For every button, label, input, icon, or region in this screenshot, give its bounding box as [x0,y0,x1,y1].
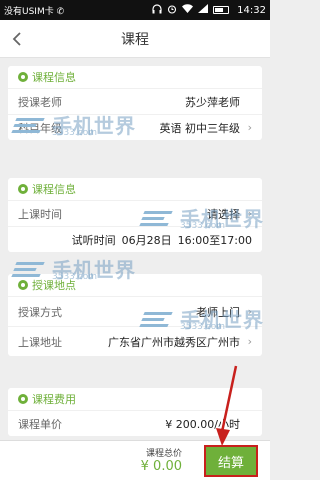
address-row[interactable]: 上课地址 广东省广州市越秀区广州市 › [8,326,262,356]
unit-price-value: ¥ 200.00/小时 [165,417,240,431]
subject-row[interactable]: 科目年级 英语 初中三年级 › [8,114,262,140]
teacher-label: 授课老师 [18,95,62,109]
teacher-row: 授课老师 苏少萍老师 › [8,88,262,114]
alarm-icon [167,4,177,17]
section-dot-icon [18,184,28,194]
trial-date: 06月28日 [121,233,172,247]
location-card: 授课地点 授课方式 老师上门 › 上课地址 广东省广州市越秀区广州市 › [8,274,262,356]
chevron-right-icon: › [247,207,252,220]
carrier-text: 没有USIM卡 ✆ [4,6,65,17]
nav-bar: 课程 [0,20,270,58]
battery-icon [213,6,230,14]
lesson-time-row[interactable]: 上课时间 请选择 › [8,200,262,226]
total-price-label: 课程总价 [145,449,182,459]
checkout-button[interactable]: 结算 [204,445,258,477]
section-dot-icon [18,280,28,290]
section-dot-icon [18,72,28,82]
status-bar: 没有USIM卡 ✆ 14:32 [0,0,270,20]
chevron-right-icon: › [247,305,252,318]
teacher-value: 苏少萍老师 [185,95,240,109]
trial-time: 16:00至17:00 [177,233,252,247]
address-value: 广东省广州市越秀区广州市 [108,335,240,349]
lesson-time-label: 上课时间 [18,207,62,221]
chevron-left-icon[interactable] [6,28,28,50]
location-heading-text: 授课地点 [32,279,76,292]
teaching-method-value: 老师上门 [196,305,240,319]
fees-heading: 课程费用 [8,388,262,410]
lesson-info-heading-text: 课程信息 [32,183,76,196]
teaching-method-row[interactable]: 授课方式 老师上门 › [8,296,262,326]
lesson-time-card: 课程信息 上课时间 请选择 › 试听时间 06月28日 16:00至17:00 [8,178,262,252]
total-price-value: ¥ 0.00 [140,459,182,474]
checkout-bar: 课程总价 ¥ 0.00 结算 [0,440,270,480]
unit-price-label: 课程单价 [18,417,62,431]
fees-heading-text: 课程费用 [32,393,76,406]
lesson-time-value: 请选择 [207,207,240,221]
location-heading: 授课地点 [8,274,262,296]
lesson-info-heading: 课程信息 [8,178,262,200]
wifi-icon [182,4,194,16]
teaching-method-label: 授课方式 [18,305,62,319]
course-info-heading: 课程信息 [8,66,262,88]
status-icons: 14:32 [152,3,266,17]
address-label: 上课地址 [18,335,62,349]
subject-value: 英语 初中三年级 [159,121,241,135]
subject-label: 科目年级 [18,121,62,135]
page-title: 课程 [121,31,149,48]
section-dot-icon [18,394,28,404]
clock: 14:32 [237,4,266,16]
signal-icon [198,4,209,16]
trial-time-label: 试听时间 [71,233,116,247]
fees-card: 课程费用 课程单价 ¥ 200.00/小时 › [8,388,262,436]
unit-price-row: 课程单价 ¥ 200.00/小时 › [8,410,262,436]
course-form: 课程信息 授课老师 苏少萍老师 › 科目年级 英语 初中三年级 › 课程信息 上… [0,58,270,440]
course-info-heading-text: 课程信息 [32,71,76,84]
course-info-card: 课程信息 授课老师 苏少萍老师 › 科目年级 英语 初中三年级 › [8,66,262,140]
chevron-right-icon: › [247,121,252,134]
trial-time-row: 试听时间 06月28日 16:00至17:00 [8,226,262,252]
headphones-icon [152,3,162,17]
chevron-right-icon: › [247,335,252,348]
